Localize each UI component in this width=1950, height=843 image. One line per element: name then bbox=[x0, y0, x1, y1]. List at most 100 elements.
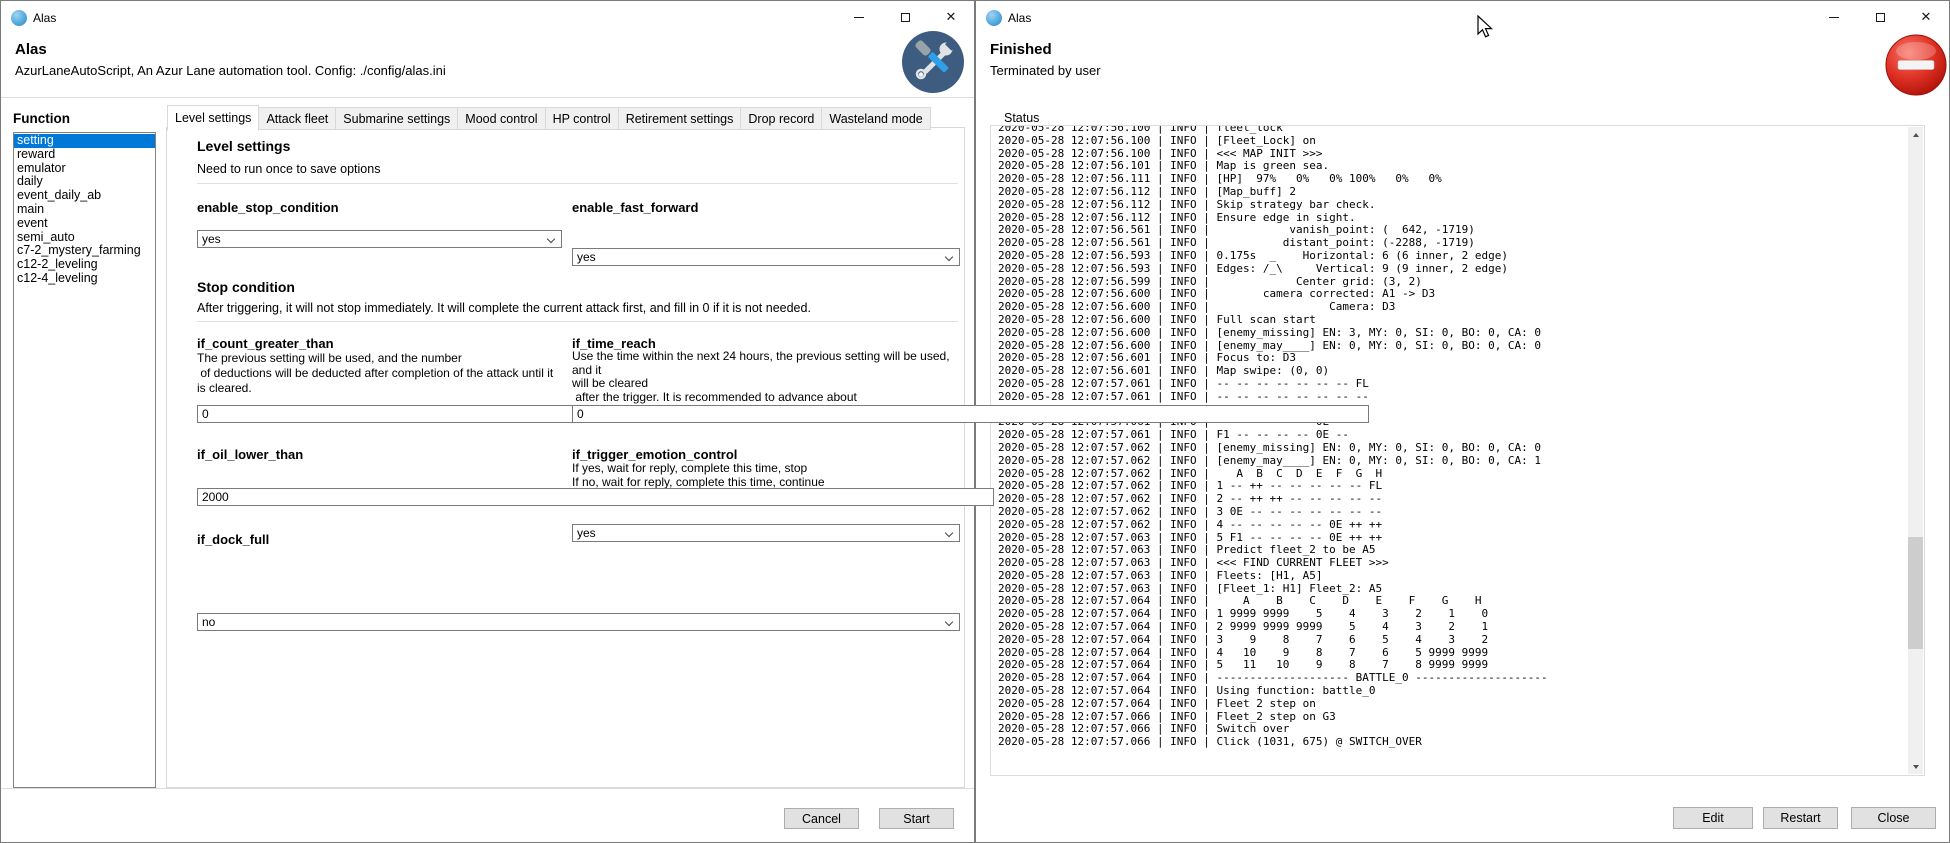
close-button[interactable]: ✕ bbox=[1903, 1, 1949, 34]
log-line: 2020-05-28 12:07:56.112 | INFO | Skip st… bbox=[998, 199, 1548, 212]
maximize-icon bbox=[1876, 13, 1885, 22]
scroll-down-button[interactable] bbox=[1908, 759, 1923, 774]
if-time-reach-input[interactable] bbox=[572, 405, 1369, 423]
if-oil-lower-than-label: if_oil_lower_than bbox=[197, 447, 562, 462]
tab[interactable]: Submarine settings bbox=[335, 107, 458, 130]
minimize-icon bbox=[1829, 17, 1839, 18]
minimize-button[interactable] bbox=[836, 1, 882, 34]
sidebar-item[interactable]: main bbox=[14, 203, 155, 217]
tab[interactable]: Retirement settings bbox=[618, 107, 742, 130]
sidebar-item[interactable]: event_daily_ab bbox=[14, 189, 155, 203]
start-button[interactable]: Start bbox=[879, 808, 954, 829]
log-line: 2020-05-28 12:07:57.062 | INFO | 4 -- --… bbox=[998, 519, 1548, 532]
section-title-stop-condition: Stop condition bbox=[197, 279, 295, 295]
if-dock-full-value: no bbox=[202, 615, 215, 629]
if-trigger-emotion-control-desc: If yes, wait for reply, complete this ti… bbox=[572, 462, 960, 489]
log-line: 2020-05-28 12:07:57.064 | INFO | Using f… bbox=[998, 685, 1548, 698]
if-trigger-emotion-control-select[interactable]: yes bbox=[572, 524, 960, 542]
log-text: 2020-05-28 12:07:56.100 | INFO | fleet_l… bbox=[998, 125, 1548, 749]
scrollbar-thumb[interactable] bbox=[1908, 537, 1923, 649]
enable-fast-forward-select[interactable]: yes bbox=[572, 248, 960, 266]
settings-panel: Level settings Need to run once to save … bbox=[166, 127, 965, 788]
log-line: 2020-05-28 12:07:57.066 | INFO | Click (… bbox=[998, 736, 1548, 749]
log-line: 2020-05-28 12:07:57.061 | INFO | -- -- -… bbox=[998, 391, 1548, 404]
sidebar-item[interactable]: daily bbox=[14, 175, 155, 189]
log-line: 2020-05-28 12:07:56.100 | INFO | [Fleet_… bbox=[998, 135, 1548, 148]
restart-button[interactable]: Restart bbox=[1763, 807, 1838, 829]
cancel-button[interactable]: Cancel bbox=[784, 808, 859, 829]
if-dock-full-select[interactable]: no bbox=[197, 613, 960, 631]
page-title: Alas bbox=[15, 41, 446, 58]
tab[interactable]: Drop record bbox=[740, 107, 822, 130]
sidebar-item[interactable]: c12-4_leveling bbox=[14, 272, 155, 286]
log-line: 2020-05-28 12:07:56.600 | INFO | [enemy_… bbox=[998, 327, 1548, 340]
sidebar-item[interactable]: event bbox=[14, 217, 155, 231]
scroll-up-button[interactable] bbox=[1908, 127, 1923, 142]
close-button[interactable]: ✕ bbox=[928, 1, 974, 34]
sidebar-item[interactable]: reward bbox=[14, 148, 155, 162]
sidebar-item[interactable]: setting bbox=[14, 134, 155, 148]
log-panel: 2020-05-28 12:07:56.100 | INFO | fleet_l… bbox=[990, 125, 1925, 776]
function-list-label: Function bbox=[13, 111, 70, 126]
tab[interactable]: Level settings bbox=[167, 105, 259, 131]
vertical-scrollbar[interactable] bbox=[1908, 127, 1923, 774]
tab[interactable]: Wasteland mode bbox=[821, 107, 930, 130]
log-line: 2020-05-28 12:07:57.061 | INFO | -- -- -… bbox=[998, 378, 1548, 391]
status-group-label: Status bbox=[1004, 111, 1039, 125]
close-icon: ✕ bbox=[1921, 11, 1932, 24]
maximize-button[interactable] bbox=[882, 1, 928, 34]
log-line: 2020-05-28 12:07:57.064 | INFO | Fleet 2… bbox=[998, 698, 1548, 711]
chevron-down-icon bbox=[945, 529, 953, 537]
log-line: 2020-05-28 12:07:57.062 | INFO | [enemy_… bbox=[998, 455, 1548, 468]
alas-settings-window: Alas ✕ Alas AzurLaneAutoScript, An Azur … bbox=[0, 0, 975, 843]
section-subtitle-stop-condition: After triggering, it will not stop immed… bbox=[197, 301, 960, 315]
alas-logo-icon bbox=[11, 10, 27, 26]
divider bbox=[197, 321, 958, 322]
minimize-icon bbox=[854, 17, 864, 18]
enable-stop-condition-select[interactable]: yes bbox=[197, 230, 562, 248]
if-count-greater-than-desc: The previous setting will be used, and t… bbox=[197, 351, 562, 396]
section-title-level-settings: Level settings bbox=[197, 138, 290, 154]
maximize-button[interactable] bbox=[1857, 1, 1903, 34]
status-subtitle: Terminated by user bbox=[990, 63, 1101, 78]
chevron-down-icon bbox=[945, 253, 953, 261]
minimize-button[interactable] bbox=[1811, 1, 1857, 34]
log-line: 2020-05-28 12:07:56.112 | INFO | [Map_bu… bbox=[998, 186, 1548, 199]
log-line: 2020-05-28 12:07:57.061 | INFO | F1 -- -… bbox=[998, 429, 1548, 442]
footer-divider bbox=[1, 788, 974, 789]
enable-fast-forward-label: enable_fast_forward bbox=[572, 200, 960, 215]
sidebar-item[interactable]: c7-2_mystery_farming bbox=[14, 244, 155, 258]
tab-bar: Level settingsAttack fleetSubmarine sett… bbox=[167, 105, 930, 130]
page-subtitle: AzurLaneAutoScript, An Azur Lane automat… bbox=[15, 63, 446, 78]
alas-logo-icon bbox=[986, 10, 1002, 26]
sidebar-item[interactable]: emulator bbox=[14, 162, 155, 176]
enable-stop-condition-label: enable_stop_condition bbox=[197, 200, 562, 215]
section-subtitle-level-settings: Need to run once to save options bbox=[197, 162, 380, 176]
wrench-screwdriver-icon bbox=[902, 31, 964, 93]
if-dock-full-label: if_dock_full bbox=[197, 532, 562, 547]
tab[interactable]: Mood control bbox=[457, 107, 545, 130]
sidebar-item[interactable]: semi_auto bbox=[14, 231, 155, 245]
edit-button[interactable]: Edit bbox=[1673, 807, 1753, 829]
if-trigger-emotion-control-label: if_trigger_emotion_control bbox=[572, 447, 960, 462]
log-line: 2020-05-28 12:07:57.062 | INFO | 3 0E --… bbox=[998, 506, 1548, 519]
tab[interactable]: HP control bbox=[545, 107, 619, 130]
if-oil-lower-than-input[interactable] bbox=[197, 488, 994, 506]
titlebar[interactable]: Alas ✕ bbox=[1, 1, 974, 34]
sidebar-item[interactable]: c12-2_leveling bbox=[14, 258, 155, 272]
log-line: 2020-05-28 12:07:57.064 | INFO | 3 9 8 7… bbox=[998, 634, 1548, 647]
function-list[interactable]: settingrewardemulatordailyevent_daily_ab… bbox=[13, 132, 156, 788]
scroll-up-icon bbox=[1913, 133, 1919, 137]
log-line: 2020-05-28 12:07:56.593 | INFO | Edges: … bbox=[998, 263, 1548, 276]
close-window-button[interactable]: Close bbox=[1851, 807, 1936, 829]
mouse-cursor bbox=[1477, 15, 1495, 46]
divider bbox=[197, 183, 958, 184]
chevron-down-icon bbox=[547, 235, 555, 243]
window-title: Alas bbox=[1008, 11, 1031, 25]
enable-fast-forward-value: yes bbox=[577, 250, 596, 264]
tab[interactable]: Attack fleet bbox=[258, 107, 336, 130]
if-trigger-emotion-control-value: yes bbox=[577, 526, 596, 540]
enable-stop-condition-value: yes bbox=[202, 232, 221, 246]
log-line: 2020-05-28 12:07:56.593 | INFO | 0.175s … bbox=[998, 250, 1548, 263]
titlebar[interactable]: Alas ✕ bbox=[976, 1, 1949, 34]
